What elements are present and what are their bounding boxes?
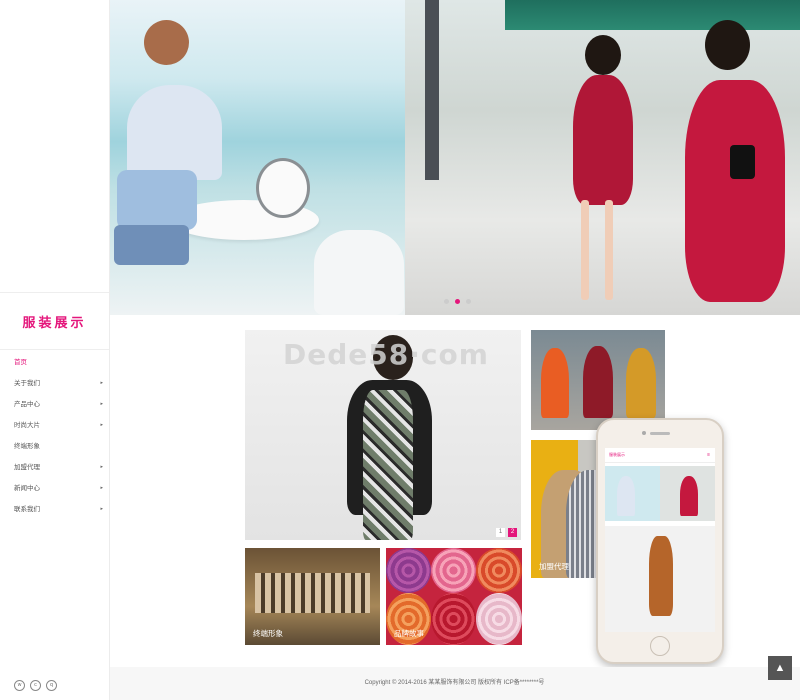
tile-caption: 加盟代理	[539, 562, 569, 571]
clock-icon	[256, 158, 310, 218]
wechat-icon[interactable]: c	[30, 680, 41, 691]
nav-item-label: 首页	[14, 359, 27, 366]
nav-item-label: 终端形象	[14, 443, 40, 450]
nav-item-label: 时尚大片	[14, 422, 40, 429]
model-shorts	[114, 225, 189, 265]
nav-item-about[interactable]: 关于我们 ▸	[0, 373, 109, 394]
nav-item-label: 联系我们	[14, 506, 40, 513]
chevron-right-icon: ▸	[100, 506, 103, 512]
speaker-shape	[650, 432, 670, 435]
main-nav: 首页 关于我们 ▸ 产品中心 ▸ 时尚大片 ▸ 终端形象 加盟代理 ▸ 新闻中心…	[0, 352, 109, 520]
model-top	[127, 85, 222, 180]
slider-dot-active[interactable]	[455, 299, 460, 304]
chevron-right-icon: ▸	[100, 422, 103, 428]
nav-item-label: 加盟代理	[14, 464, 40, 471]
watermark-text: Dede58·com	[283, 338, 489, 371]
nav-item-label: 新闻中心	[14, 485, 40, 492]
chevron-right-icon: ▸	[100, 485, 103, 491]
pager-1[interactable]: 1	[496, 528, 505, 537]
phone-logo-text: 服装展示	[609, 452, 625, 457]
model-shape	[680, 476, 698, 516]
nav-item-contact[interactable]: 联系我们 ▸	[0, 499, 109, 520]
nav-item-label: 产品中心	[14, 401, 40, 408]
clothing-rack-shape	[255, 573, 370, 613]
chevron-right-icon: ▸	[100, 464, 103, 470]
nav-item-products[interactable]: 产品中心 ▸	[0, 394, 109, 415]
tile-caption: 品牌故事	[394, 629, 424, 638]
model-dress	[649, 536, 673, 616]
model-dress	[573, 75, 633, 205]
site-logo[interactable]: 服装展示	[0, 292, 109, 350]
nav-item-fashion[interactable]: 时尚大片 ▸	[0, 415, 109, 436]
hero-banner[interactable]	[109, 0, 800, 315]
phone-product	[605, 526, 715, 632]
social-links: w c q	[14, 680, 57, 691]
tile-caption: 终端形象	[253, 629, 283, 638]
phone-screen: 服装展示 ≡	[605, 448, 715, 632]
fabric-roll-shape	[476, 548, 522, 593]
qq-icon[interactable]: q	[46, 680, 57, 691]
nav-item-news[interactable]: 新闻中心 ▸	[0, 478, 109, 499]
model-skirt	[117, 170, 197, 230]
nav-item-franchise[interactable]: 加盟代理 ▸	[0, 457, 109, 478]
footer: Copyright © 2014-2016 某某服饰有限公司 版权所有 ICP备…	[109, 667, 800, 700]
nav-item-label: 关于我们	[14, 380, 40, 387]
model-hair	[585, 35, 621, 75]
sidebar: 服装展示 首页 关于我们 ▸ 产品中心 ▸ 时尚大片 ▸ 终端形象 加盟代理 ▸…	[0, 0, 110, 700]
model-print-dress	[363, 390, 413, 540]
slider-dot[interactable]	[466, 299, 471, 304]
model-dress	[583, 346, 613, 418]
model-dress	[541, 348, 569, 418]
nav-item-stores[interactable]: 终端形象	[0, 436, 109, 457]
lamp-post-shape	[425, 0, 439, 180]
awning-shape	[595, 0, 695, 30]
model-dress	[626, 348, 656, 418]
slider-dot[interactable]	[444, 299, 449, 304]
model-hair	[144, 20, 189, 65]
copyright-text: Copyright © 2014-2016 某某服饰有限公司 版权所有 ICP备…	[364, 680, 545, 686]
awning-shape	[695, 0, 800, 30]
weibo-icon[interactable]: w	[14, 680, 25, 691]
phone-mockup: 服装展示 ≡	[596, 418, 724, 664]
menu-icon: ≡	[707, 452, 710, 458]
phone-header: 服装展示	[605, 448, 715, 463]
pager-2[interactable]: 2	[508, 528, 517, 537]
logo-text: 服装展示	[22, 315, 87, 331]
phone-banner	[605, 466, 715, 521]
awning-shape	[505, 0, 605, 30]
tile-pager: 1 2	[496, 528, 517, 537]
fabric-roll-shape	[431, 548, 476, 593]
fabric-roll-shape	[431, 593, 476, 645]
chair-shape	[314, 230, 404, 315]
brand-story-tile[interactable]: 品牌故事	[386, 548, 522, 645]
chevron-right-icon: ▸	[100, 380, 103, 386]
arrow-up-icon[interactable]: ▲	[768, 656, 792, 680]
hero-photo-street	[405, 0, 800, 315]
fabric-roll-shape	[476, 593, 522, 645]
store-image-tile[interactable]: 终端形象	[245, 548, 380, 645]
clutch-bag	[730, 145, 755, 179]
fabric-roll-shape	[386, 548, 431, 593]
camera-icon	[642, 431, 646, 435]
nav-item-home[interactable]: 首页	[0, 352, 109, 373]
slider-dots	[444, 299, 471, 304]
chevron-right-icon: ▸	[100, 401, 103, 407]
collection-tile[interactable]	[531, 330, 665, 430]
model-leg	[605, 200, 613, 300]
hero-photo-beach	[109, 0, 405, 315]
model-shape	[617, 476, 635, 516]
home-button	[650, 636, 670, 656]
model-leg	[581, 200, 589, 300]
model-hair	[705, 20, 750, 70]
model-dress	[685, 80, 785, 302]
